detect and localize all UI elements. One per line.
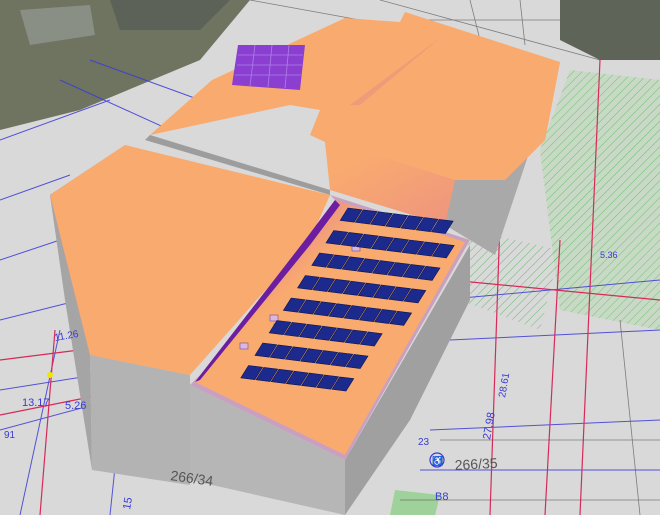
- left-block-front-wall: [90, 355, 190, 485]
- dimension-label: 5.36: [600, 250, 618, 260]
- hvac-unit-2: [269, 314, 279, 322]
- svg-text:♿: ♿: [432, 455, 443, 466]
- dimension-label: 5.26: [65, 400, 86, 412]
- dimension-label: 15: [121, 496, 135, 510]
- hvac-unit-4: [239, 342, 249, 350]
- parcel-label-right: 266/35: [454, 455, 498, 473]
- dimension-label: 13.17: [22, 397, 50, 409]
- green-zone-right-fill: [540, 70, 660, 330]
- survey-marker: [47, 372, 53, 378]
- dimension-label: B8: [435, 491, 448, 503]
- scene-canvas[interactable]: ♿ 266/34 266/35 13.17 5.26 11.26 27.98 2…: [0, 0, 660, 515]
- 3d-viewport[interactable]: ♿ 266/34 266/35 13.17 5.26 11.26 27.98 2…: [0, 0, 660, 515]
- dimension-label: 23: [418, 437, 430, 448]
- parking-symbol: ♿: [429, 452, 445, 468]
- dimension-label: 91: [4, 430, 16, 441]
